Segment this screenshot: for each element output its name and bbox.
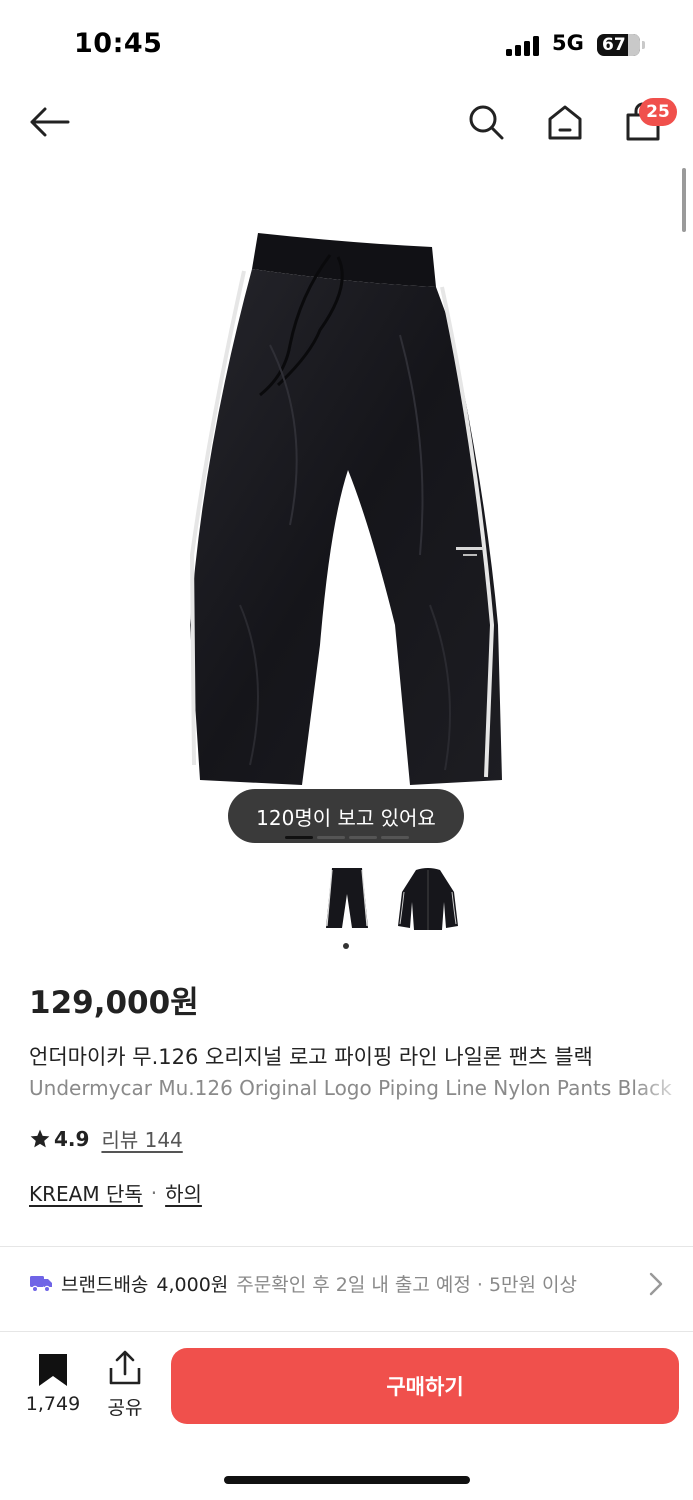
back-button[interactable] (24, 100, 74, 144)
tag-category-bottoms[interactable]: 하의 (165, 1178, 202, 1207)
tag-kream-exclusive[interactable]: KREAM 단독 (29, 1178, 143, 1207)
slide-indicator (349, 836, 377, 839)
home-button[interactable] (542, 100, 588, 144)
buy-button[interactable]: 구매하기 (171, 1348, 679, 1424)
shipping-type: 브랜드배송 (61, 1273, 149, 1296)
scrollbar[interactable] (682, 168, 686, 232)
divider (0, 1331, 693, 1332)
chevron-right-icon (649, 1272, 663, 1296)
battery-icon: 67 (597, 34, 640, 56)
bookmark-button[interactable]: 1,749 (22, 1346, 84, 1418)
signal-icon (506, 36, 542, 56)
shipping-info-row[interactable]: 브랜드배송 4,000원 주문확인 후 2일 내 출고 예정 · 5만원 이상 (29, 1268, 669, 1298)
slide-indicator (317, 836, 345, 839)
pants-thumbnail-image (326, 868, 368, 928)
viewers-count-pill: 120명이 보고 있어요 (228, 789, 464, 843)
shipping-fee: 4,000원 (156, 1273, 229, 1296)
share-label: 공유 (107, 1397, 143, 1419)
battery-level: 67 (602, 35, 626, 55)
battery-tip (642, 41, 645, 49)
thumbnail-pants[interactable] (318, 862, 376, 934)
reviews-link[interactable]: 리뷰 144 (101, 1124, 182, 1153)
product-image[interactable] (180, 225, 520, 795)
product-name-korean: 언더마이카 무.126 오리지널 로고 파이핑 라인 나일론 팬츠 블랙 (29, 1045, 593, 1069)
back-arrow-icon (30, 107, 70, 137)
nylon-pants-illustration (189, 233, 502, 785)
search-icon (469, 105, 504, 140)
share-button[interactable]: 공유 (100, 1346, 150, 1419)
bookmark-icon (39, 1354, 67, 1386)
bookmark-count: 1,749 (25, 1393, 81, 1415)
thumbnail-selected-dot (343, 943, 349, 949)
share-icon (109, 1350, 141, 1385)
delivery-truck-icon (30, 1276, 52, 1293)
slide-indicator (381, 836, 409, 839)
home-icon (548, 105, 582, 140)
shipping-detail: 주문확인 후 2일 내 출고 예정 · 5만원 이상 (236, 1273, 578, 1296)
jacket-thumbnail-image (398, 868, 458, 930)
tag-separator: · (150, 1180, 158, 1205)
cart-count-badge: 25 (639, 98, 677, 126)
star-icon (30, 1129, 50, 1147)
thumbnail-jacket[interactable] (396, 862, 460, 934)
product-price: 129,000원 (29, 985, 199, 1021)
status-time: 10:45 (74, 28, 163, 59)
product-name-english: Undermycar Mu.126 Original Logo Piping L… (29, 1076, 672, 1100)
status-bar: 10:45 5G 67 (0, 0, 693, 90)
product-tags: KREAM 단독 · 하의 (29, 1178, 202, 1207)
search-button[interactable] (464, 100, 508, 144)
network-type: 5G (552, 31, 584, 55)
text-fade-overlay (633, 1040, 693, 1110)
divider (0, 1246, 693, 1247)
rating-score: 4.9 (54, 1126, 90, 1151)
home-indicator (224, 1476, 470, 1484)
slide-indicator-active (285, 836, 313, 839)
rating-row: 4.9 리뷰 144 (29, 1124, 183, 1153)
